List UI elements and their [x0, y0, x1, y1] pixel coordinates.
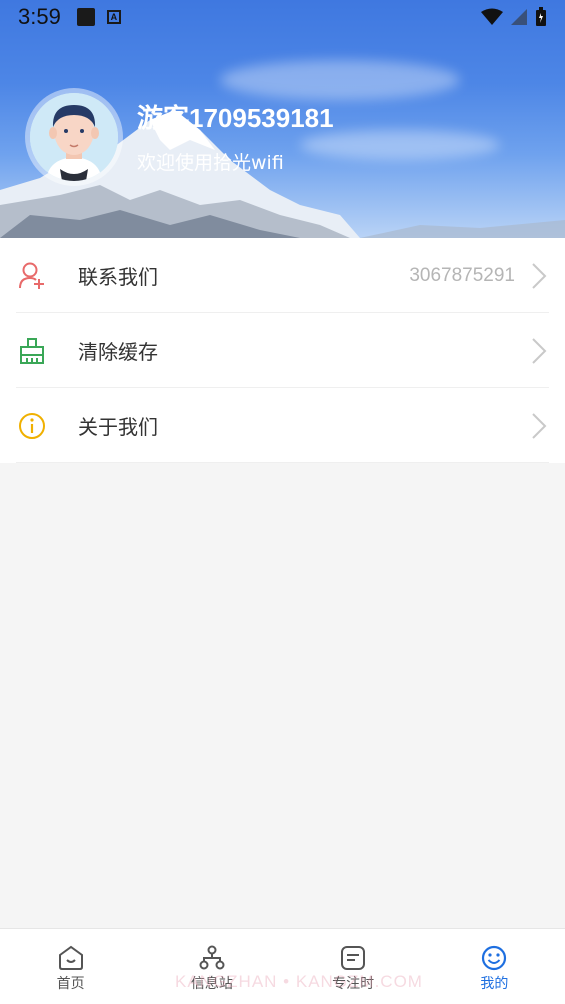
- menu-item-clear-cache[interactable]: 清除缓存: [0, 313, 565, 388]
- home-icon: [58, 945, 83, 970]
- divider: [16, 462, 549, 463]
- nav-label: 我的: [480, 975, 509, 992]
- nav-label: 首页: [56, 975, 85, 992]
- broom-clear-icon: [16, 335, 48, 367]
- note-icon: [341, 945, 366, 970]
- settings-menu: 联系我们 3067875291 清除缓存 关于我们: [0, 238, 565, 463]
- user-avatar-icon: [30, 93, 118, 181]
- nav-tab-info-station[interactable]: 信息站: [141, 929, 282, 1004]
- avatar-frame[interactable]: [25, 88, 123, 186]
- menu-item-label: 联系我们: [78, 265, 158, 289]
- smiley-icon: [482, 945, 507, 970]
- chevron-right-icon: [532, 338, 547, 364]
- contact-qq-value: 3067875291: [409, 264, 515, 286]
- avatar: [30, 93, 118, 181]
- chevron-right-icon: [532, 263, 547, 289]
- nav-tab-focus[interactable]: 专注时: [283, 929, 424, 1004]
- chevron-right-icon: [532, 413, 547, 439]
- status-time: 3:59: [18, 4, 61, 29]
- welcome-text: 欢迎使用拾光wifi: [137, 152, 284, 174]
- bottom-navigation: 首页 信息站 专注时 我的: [0, 928, 565, 1004]
- a-badge-icon: A: [106, 10, 121, 24]
- status-bar: 3:59 A: [0, 0, 565, 34]
- menu-item-label: 关于我们: [78, 415, 158, 439]
- sitemap-icon: [199, 945, 225, 969]
- info-icon: [16, 410, 48, 442]
- nav-label: 专注时: [332, 975, 375, 992]
- battery-icon: [536, 7, 546, 26]
- wifi-icon: [481, 8, 503, 25]
- nav-tab-mine[interactable]: 我的: [424, 929, 565, 1004]
- nav-tab-home[interactable]: 首页: [0, 929, 141, 1004]
- menu-item-contact-us[interactable]: 联系我们 3067875291: [0, 238, 565, 313]
- notification-square-icon: [76, 8, 95, 26]
- nav-label: 信息站: [190, 975, 233, 992]
- username: 游客1709539181: [137, 103, 334, 133]
- menu-item-about-us[interactable]: 关于我们: [0, 388, 565, 463]
- signal-icon: [511, 9, 527, 25]
- contact-add-user-icon: [16, 260, 48, 292]
- menu-item-label: 清除缓存: [78, 340, 158, 364]
